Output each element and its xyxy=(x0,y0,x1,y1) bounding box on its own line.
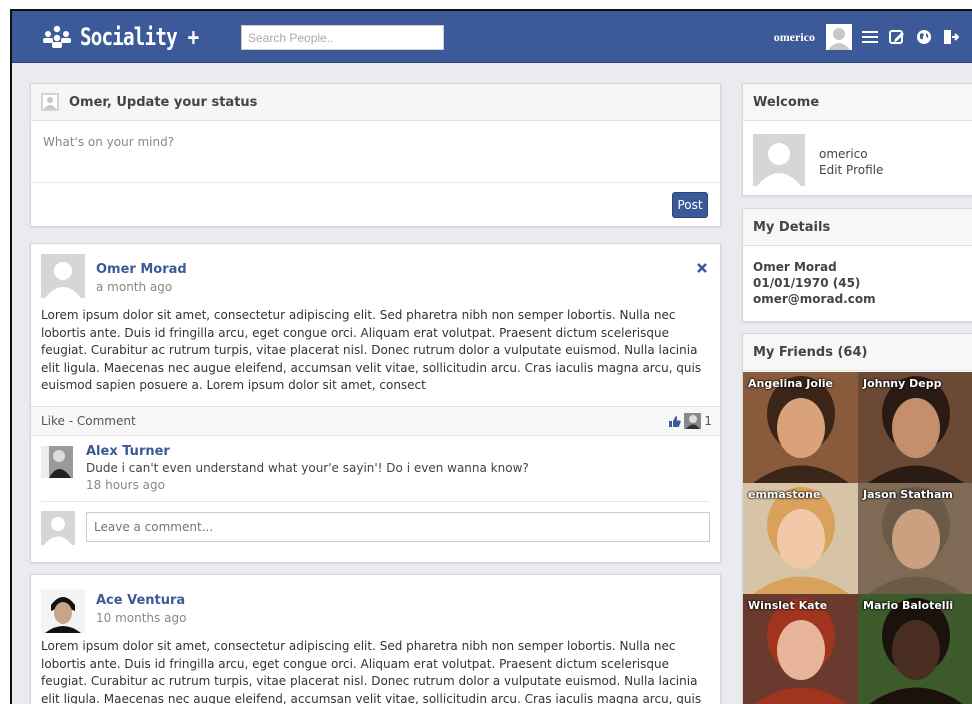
details-list: Omer Morad 01/01/1970 (45) omer@morad.co… xyxy=(753,259,876,307)
status-header: Omer, Update your status xyxy=(31,84,720,121)
edit-profile-link[interactable]: Edit Profile xyxy=(819,163,883,177)
comment-input[interactable] xyxy=(86,512,710,542)
divider xyxy=(41,501,710,502)
friend-name: Johnny Depp xyxy=(863,377,942,390)
post-body: Lorem ipsum dolor sit amet, consectetur … xyxy=(41,308,702,392)
post-body: Lorem ipsum dolor sit amet, consectetur … xyxy=(41,639,702,704)
commenter-avatar xyxy=(41,511,75,545)
details-birthdate: 01/01/1970 (45) xyxy=(753,276,861,290)
delete-post-icon[interactable] xyxy=(696,262,708,274)
nav-avatar[interactable] xyxy=(826,24,852,50)
welcome-panel: Welcome omerico Edit Profile xyxy=(742,83,972,196)
details-panel: My Details Omer Morad 01/01/1970 (45) om… xyxy=(742,208,972,322)
post-author-avatar[interactable] xyxy=(41,254,85,298)
friend-tile[interactable]: Jason Statham xyxy=(858,483,972,594)
like-comment-link[interactable]: Like - Comment xyxy=(41,414,136,428)
post-card: Omer Morad a month ago Lorem ipsum dolor… xyxy=(30,243,721,563)
friend-name: Jason Statham xyxy=(863,488,953,501)
comment-text: Dude i can't even understand what your'e… xyxy=(86,461,529,475)
friend-name: Angelina Jolie xyxy=(748,377,833,390)
people-logo-icon xyxy=(43,25,71,48)
list-icon[interactable] xyxy=(861,28,879,46)
details-email: omer@morad.com xyxy=(753,292,876,306)
edit-icon[interactable] xyxy=(888,28,906,46)
post-time: 10 months ago xyxy=(96,611,187,625)
status-title: Omer, Update your status xyxy=(69,94,258,110)
nav-username[interactable]: omerico xyxy=(774,30,815,45)
welcome-header: Welcome xyxy=(743,84,972,121)
friend-tile[interactable]: emmastone xyxy=(743,483,858,594)
nav-right: omerico xyxy=(774,23,960,51)
post-card: Ace Ventura 10 months ago Lorem ipsum do… xyxy=(30,574,721,704)
details-name: Omer Morad xyxy=(753,260,837,274)
friend-name: Winslet Kate xyxy=(748,599,828,612)
thumbs-up-icon xyxy=(669,415,682,427)
user-silhouette-icon xyxy=(826,24,852,50)
status-input[interactable] xyxy=(31,121,720,183)
post-author-name[interactable]: Ace Ventura xyxy=(96,593,185,608)
status-panel: Omer, Update your status Post xyxy=(30,83,721,227)
top-navbar: Sociality + omerico xyxy=(12,11,972,63)
friend-tile[interactable]: Mario Balotelli xyxy=(858,594,972,704)
logo[interactable]: Sociality + xyxy=(40,21,228,53)
friend-tile[interactable]: Johnny Depp xyxy=(858,372,972,483)
friends-panel: My Friends (64) Angelina Jolie Johnny Dep… xyxy=(742,333,972,704)
friend-name: Mario Balotelli xyxy=(863,599,954,612)
friend-tile[interactable]: Angelina Jolie xyxy=(743,372,858,483)
details-header: My Details xyxy=(743,209,972,246)
welcome-username: omerico xyxy=(819,147,868,161)
post-time: a month ago xyxy=(96,280,173,294)
app-name: Sociality + xyxy=(80,23,199,51)
logout-icon[interactable] xyxy=(942,28,960,46)
post-button[interactable]: Post xyxy=(672,192,708,218)
liker-avatar-icon xyxy=(684,413,702,429)
friend-name: emmastone xyxy=(748,488,821,501)
post-actions-bar: Like - Comment 1 xyxy=(31,406,720,436)
like-count: 1 xyxy=(704,414,712,428)
friend-tile[interactable]: Winslet Kate xyxy=(743,594,858,704)
comment-author-name[interactable]: Alex Turner xyxy=(86,444,170,459)
app-window: Sociality + omerico xyxy=(10,9,972,704)
like-summary: 1 xyxy=(668,413,712,429)
post-author-name[interactable]: Omer Morad xyxy=(96,262,187,277)
user-avatar-small xyxy=(41,93,59,111)
comment-author-avatar[interactable] xyxy=(41,446,73,478)
search-people-input[interactable] xyxy=(241,25,444,50)
welcome-avatar[interactable] xyxy=(753,134,805,186)
globe-icon[interactable] xyxy=(915,28,933,46)
comment-time: 18 hours ago xyxy=(86,478,165,492)
friends-header: My Friends (64) xyxy=(743,334,972,371)
friends-grid: Angelina Jolie Johnny Depp emmastone Jason … xyxy=(743,372,972,704)
post-author-avatar[interactable] xyxy=(41,589,85,633)
